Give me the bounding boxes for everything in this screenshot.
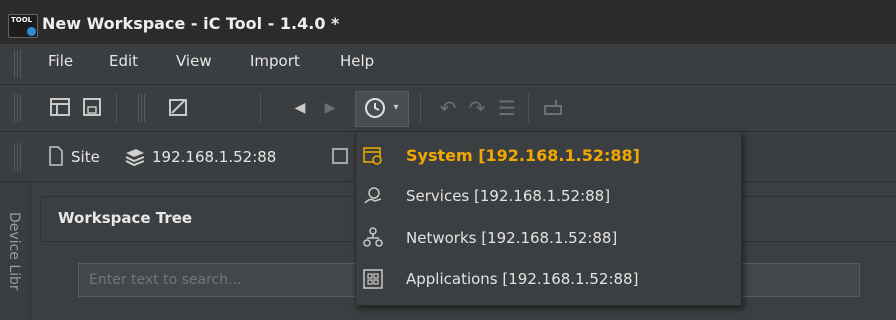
sitebar-grip[interactable] xyxy=(14,143,22,171)
layout-icon[interactable] xyxy=(48,96,72,120)
workspace-tree-title: Workspace Tree xyxy=(58,209,193,227)
forward-icon[interactable]: ▶ xyxy=(320,96,340,120)
applications-icon xyxy=(362,268,384,290)
dropdown-label-system: System [192.168.1.52:88] xyxy=(406,146,640,165)
toolbar-grip-2[interactable] xyxy=(138,94,146,122)
services-icon xyxy=(362,185,384,207)
networks-icon xyxy=(362,227,384,249)
menu-file[interactable]: File xyxy=(48,52,73,70)
dropdown-label-applications: Applications [192.168.1.52:88] xyxy=(406,270,639,288)
server-icon xyxy=(122,145,148,169)
back-icon[interactable]: ◀ xyxy=(290,96,310,120)
app-logo-icon: TOOL xyxy=(8,14,38,38)
dropdown-label-networks: Networks [192.168.1.52:88] xyxy=(406,229,618,247)
menu-edit[interactable]: Edit xyxy=(109,52,138,70)
history-icon[interactable] xyxy=(362,96,388,120)
system-icon xyxy=(362,145,384,167)
menu-help[interactable]: Help xyxy=(340,52,374,70)
toolbar-grip[interactable] xyxy=(14,94,22,122)
dropdown-label-services: Services [192.168.1.52:88] xyxy=(406,187,611,205)
site-label[interactable]: Site xyxy=(71,148,100,166)
device-address-label[interactable]: 192.168.1.52:88 xyxy=(152,148,276,166)
menubar-grip[interactable] xyxy=(14,50,22,78)
system-small-icon xyxy=(330,145,350,169)
window-title: New Workspace - iC Tool - 1.4.0 * xyxy=(42,14,340,33)
redo-icon[interactable]: ↷ xyxy=(466,96,488,120)
undo-icon[interactable]: ↶ xyxy=(437,96,459,120)
menu-import[interactable]: Import xyxy=(250,52,300,70)
list-icon[interactable]: ☰ xyxy=(496,96,518,120)
device-library-tab-label: Device Libr xyxy=(6,212,22,291)
document-icon xyxy=(46,145,66,169)
save-icon[interactable] xyxy=(80,96,104,120)
menu-view[interactable]: View xyxy=(176,52,212,70)
chevron-down-icon[interactable]: ▾ xyxy=(390,96,402,120)
edit-icon[interactable] xyxy=(166,96,190,120)
device-icon[interactable] xyxy=(542,96,564,120)
